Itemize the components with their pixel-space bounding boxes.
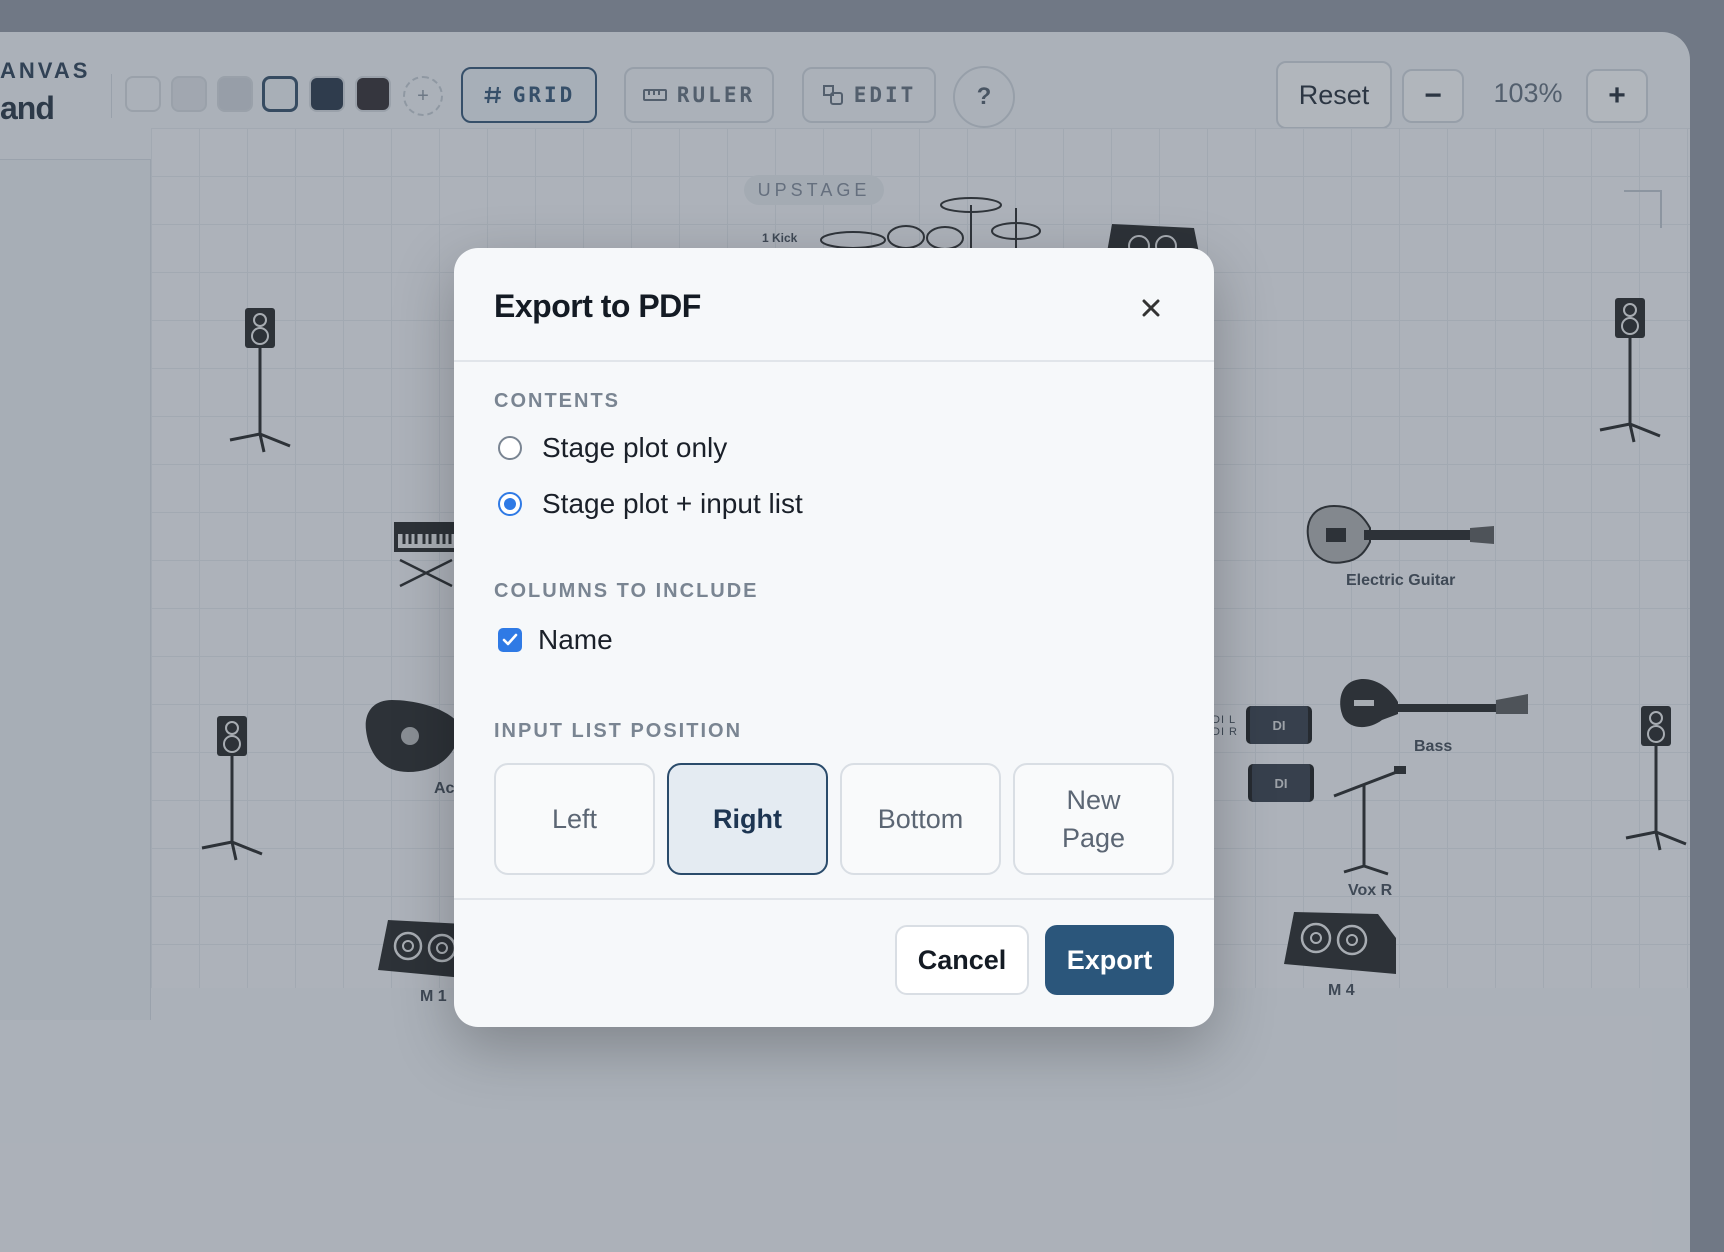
position-right-button[interactable]: Right bbox=[667, 763, 828, 875]
columns-heading: COLUMNS TO INCLUDE bbox=[494, 580, 759, 602]
option-label: Name bbox=[538, 624, 613, 655]
radio-button[interactable] bbox=[498, 436, 522, 460]
position-new-page-button[interactable]: New Page bbox=[1013, 763, 1174, 875]
option-label: Stage plot + input list bbox=[542, 488, 803, 519]
dialog-header: Export to PDF bbox=[454, 248, 1214, 362]
option-label: Stage plot only bbox=[542, 432, 728, 463]
export-button[interactable]: Export bbox=[1045, 925, 1174, 995]
contents-heading: CONTENTS bbox=[494, 390, 620, 412]
close-button[interactable] bbox=[1131, 288, 1171, 328]
radio-button[interactable] bbox=[498, 492, 522, 516]
input-list-position-heading: INPUT LIST POSITION bbox=[494, 720, 743, 742]
close-icon bbox=[1142, 299, 1160, 317]
checkbox[interactable] bbox=[498, 628, 522, 652]
contents-option-plot-input-list[interactable]: Stage plot + input list bbox=[498, 488, 803, 520]
position-bottom-button[interactable]: Bottom bbox=[840, 763, 1001, 875]
dialog-footer-divider bbox=[454, 898, 1214, 900]
export-pdf-dialog: Export to PDF CONTENTS Stage plot only S… bbox=[454, 248, 1214, 1027]
contents-option-plot-only[interactable]: Stage plot only bbox=[498, 432, 727, 464]
column-option-name[interactable]: Name bbox=[498, 624, 613, 656]
position-left-button[interactable]: Left bbox=[494, 763, 655, 875]
dialog-title: Export to PDF bbox=[494, 288, 701, 324]
cancel-button[interactable]: Cancel bbox=[895, 925, 1029, 995]
checkmark-icon bbox=[502, 633, 518, 646]
